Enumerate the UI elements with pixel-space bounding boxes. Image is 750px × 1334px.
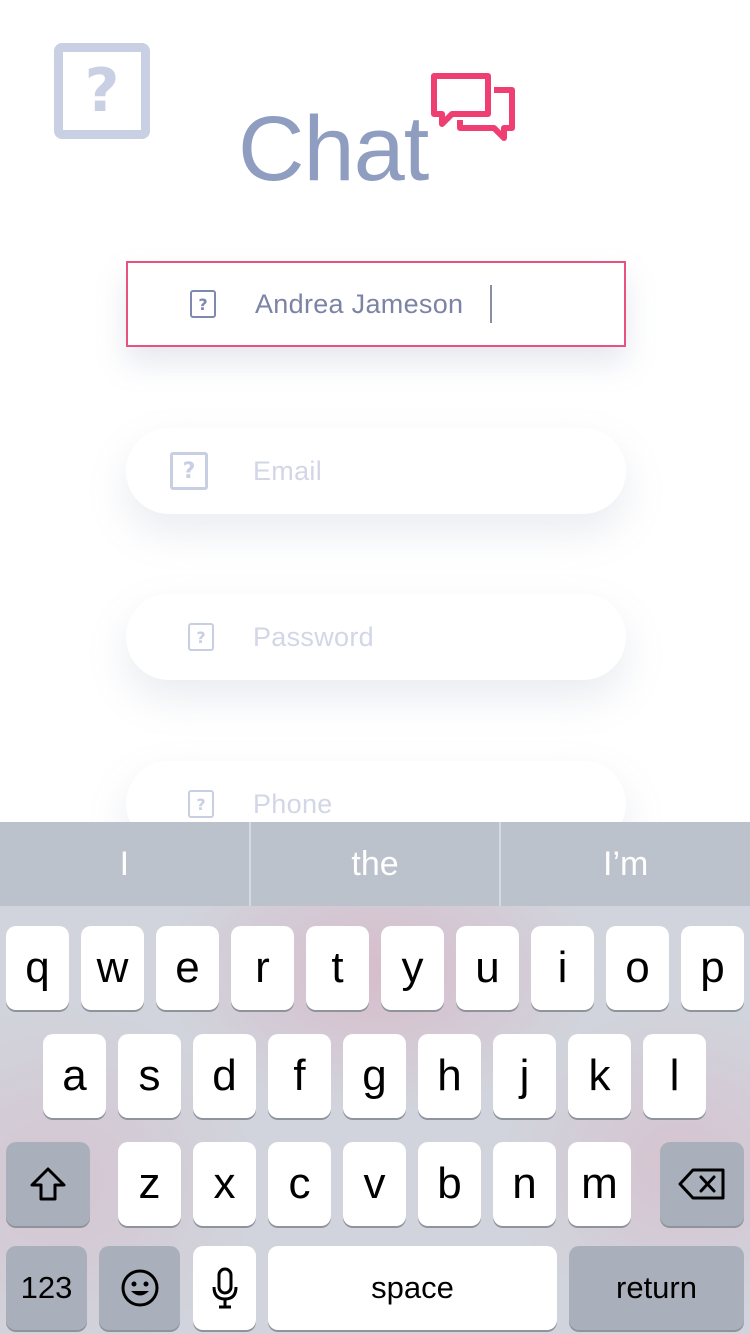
key-e[interactable]: e xyxy=(156,926,219,1010)
suggestion-item[interactable]: I’m xyxy=(501,822,750,906)
key-z[interactable]: z xyxy=(118,1142,181,1226)
logo-text: Chat xyxy=(238,98,429,200)
question-square-icon: ? xyxy=(188,790,214,818)
key-g[interactable]: g xyxy=(343,1034,406,1118)
password-field[interactable]: ? Password xyxy=(126,594,626,680)
name-input-value: Andrea Jameson xyxy=(255,288,464,319)
question-square-icon: ? xyxy=(84,56,120,126)
key-u[interactable]: u xyxy=(456,926,519,1010)
key-m[interactable]: m xyxy=(568,1142,631,1226)
key-p[interactable]: p xyxy=(681,926,744,1010)
key-q[interactable]: q xyxy=(6,926,69,1010)
key-a[interactable]: a xyxy=(43,1034,106,1118)
shift-key[interactable] xyxy=(6,1142,90,1226)
key-w[interactable]: w xyxy=(81,926,144,1010)
password-placeholder: Password xyxy=(253,621,374,652)
keyboard: I the I’m q w e r t y u i o p a s d f g … xyxy=(0,822,750,1334)
key-h[interactable]: h xyxy=(418,1034,481,1118)
email-placeholder: Email xyxy=(253,455,323,486)
space-key[interactable]: space xyxy=(268,1246,557,1330)
question-square-icon: ? xyxy=(190,290,216,318)
text-caret xyxy=(490,285,492,323)
chat-logo: Chat xyxy=(238,70,528,200)
emoji-key[interactable] xyxy=(99,1246,180,1330)
key-b[interactable]: b xyxy=(418,1142,481,1226)
key-j[interactable]: j xyxy=(493,1034,556,1118)
key-y[interactable]: y xyxy=(381,926,444,1010)
key-d[interactable]: d xyxy=(193,1034,256,1118)
suggestion-bar: I the I’m xyxy=(0,822,750,906)
return-key[interactable]: return xyxy=(569,1246,744,1330)
shift-icon xyxy=(30,1167,66,1201)
key-v[interactable]: v xyxy=(343,1142,406,1226)
key-f[interactable]: f xyxy=(268,1034,331,1118)
question-square-icon: ? xyxy=(188,623,214,651)
key-l[interactable]: l xyxy=(643,1034,706,1118)
name-field[interactable]: ? Andrea Jameson xyxy=(126,261,626,347)
key-i[interactable]: i xyxy=(531,926,594,1010)
key-s[interactable]: s xyxy=(118,1034,181,1118)
dictation-key[interactable] xyxy=(193,1246,256,1330)
phone-placeholder: Phone xyxy=(253,788,333,819)
emoji-icon xyxy=(121,1269,158,1307)
key-k[interactable]: k xyxy=(568,1034,631,1118)
numbers-key[interactable]: 123 xyxy=(6,1246,87,1330)
delete-key[interactable] xyxy=(660,1142,744,1226)
suggestion-item[interactable]: the xyxy=(251,822,502,906)
backspace-icon xyxy=(678,1168,725,1200)
email-field[interactable]: ? Email xyxy=(126,428,626,514)
key-n[interactable]: n xyxy=(493,1142,556,1226)
question-square-icon: ? xyxy=(170,452,208,490)
chat-bubbles-icon xyxy=(431,73,515,141)
key-c[interactable]: c xyxy=(268,1142,331,1226)
key-o[interactable]: o xyxy=(606,926,669,1010)
help-button[interactable]: ? xyxy=(54,43,150,139)
key-r[interactable]: r xyxy=(231,926,294,1010)
microphone-icon xyxy=(212,1267,237,1309)
suggestion-item[interactable]: I xyxy=(0,822,251,906)
key-x[interactable]: x xyxy=(193,1142,256,1226)
key-t[interactable]: t xyxy=(306,926,369,1010)
